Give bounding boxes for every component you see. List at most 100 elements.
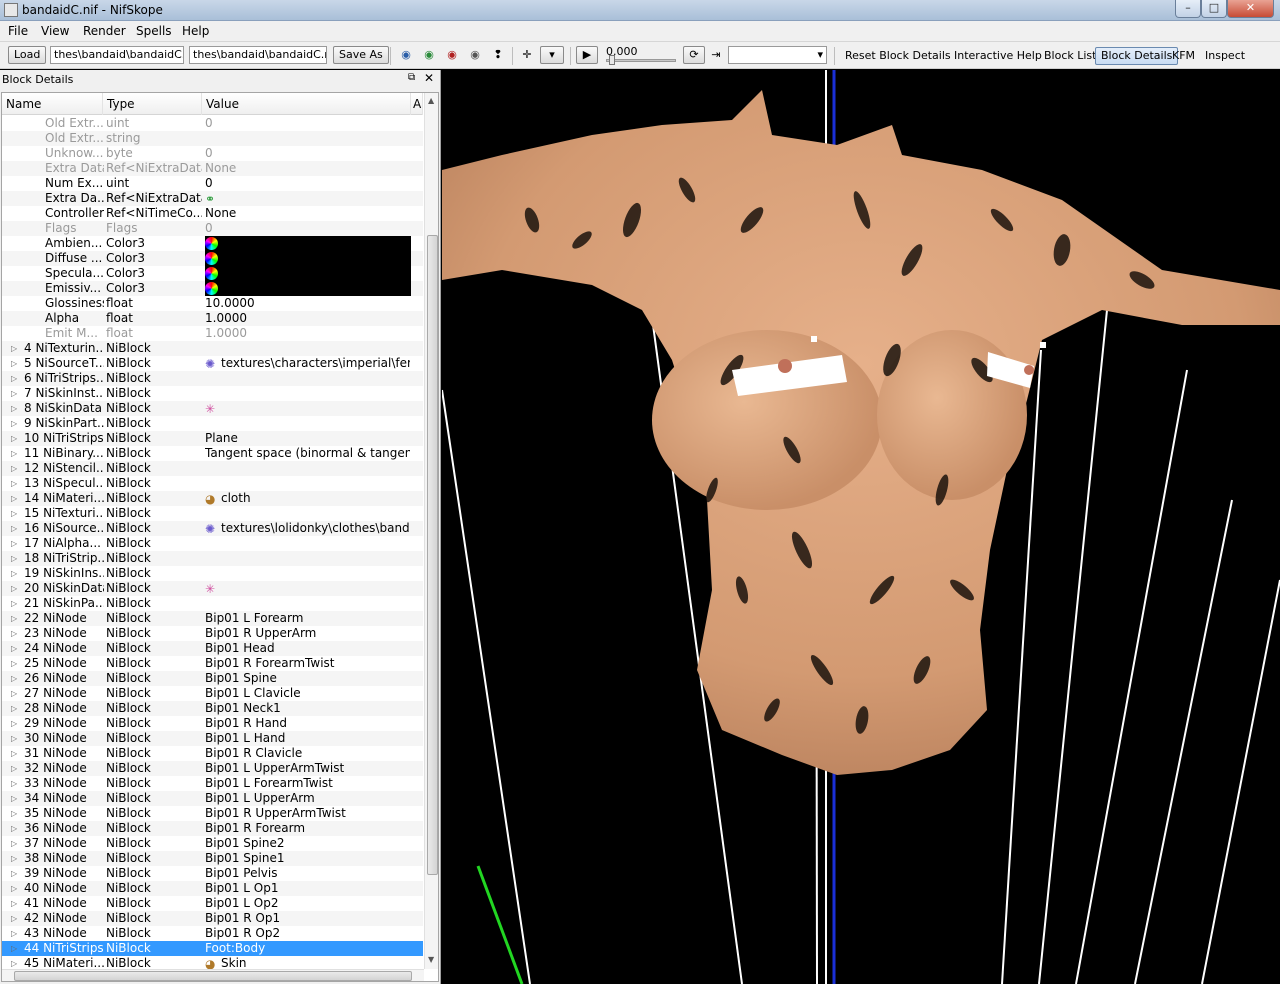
expand-icon[interactable]: ▷ (11, 431, 19, 446)
field-row[interactable]: Emit M... float 1.0000 (2, 326, 423, 341)
color-swatch[interactable] (205, 236, 411, 251)
block-row[interactable]: ▷ 13 NiSpecul... NiBlock (2, 476, 423, 491)
block-row[interactable]: ▷ 6 NiTriStrips... NiBlock (2, 371, 423, 386)
block-row[interactable]: ▷ 32 NiNode NiBlock Bip01 L UpperArmTwist (2, 761, 423, 776)
expand-icon[interactable]: ▷ (11, 641, 19, 656)
block-row[interactable]: ▷ 29 NiNode NiBlock Bip01 R Hand (2, 716, 423, 731)
block-row[interactable]: ▷ 40 NiNode NiBlock Bip01 L Op1 (2, 881, 423, 896)
expand-icon[interactable]: ▷ (11, 491, 19, 506)
block-row[interactable]: ▷ 27 NiNode NiBlock Bip01 L Clavicle (2, 686, 423, 701)
column-type[interactable]: Type (103, 93, 202, 115)
field-row[interactable]: Old Extr... uint 0 (2, 116, 423, 131)
block-row[interactable]: ▷ 14 NiMateri... NiBlock ◕ cloth (2, 491, 423, 506)
field-row[interactable]: Diffuse ... Color3 (2, 251, 423, 266)
block-row[interactable]: ▷ 26 NiNode NiBlock Bip01 Spine (2, 671, 423, 686)
reset-block-details-button[interactable]: Reset Block Details (845, 49, 951, 62)
block-row[interactable]: ▷ 37 NiNode NiBlock Bip01 Spine2 (2, 836, 423, 851)
menu-view[interactable]: View (41, 24, 69, 38)
time-slider-handle[interactable] (609, 55, 615, 65)
block-row[interactable]: ▷ 44 NiTriStrips NiBlock Foot:Body (2, 941, 423, 956)
field-row[interactable]: Old Extr... string (2, 131, 423, 146)
expand-icon[interactable]: ▷ (11, 941, 19, 956)
block-list-button[interactable]: Block List (1044, 49, 1096, 62)
field-row[interactable]: Controller Ref<NiTimeCo... None (2, 206, 423, 221)
field-row[interactable]: Flags Flags 0 (2, 221, 423, 236)
expand-icon[interactable]: ▷ (11, 821, 19, 836)
interactive-help-button[interactable]: Interactive Help (954, 49, 1042, 62)
axes-icon[interactable]: ✛ (519, 48, 535, 62)
expand-icon[interactable]: ▷ (11, 581, 19, 596)
block-row[interactable]: ▷ 17 NiAlpha... NiBlock (2, 536, 423, 551)
block-row[interactable]: ▷ 38 NiNode NiBlock Bip01 Spine1 (2, 851, 423, 866)
block-row[interactable]: ▷ 22 NiNode NiBlock Bip01 L Forearm (2, 611, 423, 626)
expand-icon[interactable]: ▷ (11, 791, 19, 806)
hscroll-thumb[interactable] (14, 971, 412, 981)
block-row[interactable]: ▷ 18 NiTriStrip... NiBlock (2, 551, 423, 566)
field-row[interactable]: Emissiv... Color3 (2, 281, 423, 296)
block-details-button[interactable]: Block Details (1095, 47, 1179, 65)
block-row[interactable]: ▷ 4 NiTexturin... NiBlock (2, 341, 423, 356)
block-row[interactable]: ▷ 19 NiSkinIns... NiBlock (2, 566, 423, 581)
block-row[interactable]: ▷ 20 NiSkinData NiBlock ✳ (2, 581, 423, 596)
block-row[interactable]: ▷ 31 NiNode NiBlock Bip01 R Clavicle (2, 746, 423, 761)
expand-icon[interactable]: ▷ (11, 806, 19, 821)
expand-icon[interactable]: ▷ (11, 371, 19, 386)
block-row[interactable]: ▷ 36 NiNode NiBlock Bip01 R Forearm (2, 821, 423, 836)
block-row[interactable]: ▷ 28 NiNode NiBlock Bip01 Neck1 (2, 701, 423, 716)
block-row[interactable]: ▷ 42 NiNode NiBlock Bip01 R Op1 (2, 911, 423, 926)
expand-icon[interactable]: ▷ (11, 386, 19, 401)
block-row[interactable]: ▷ 41 NiNode NiBlock Bip01 L Op2 (2, 896, 423, 911)
field-row[interactable]: Num Ex... uint 0 (2, 176, 423, 191)
block-details-tree[interactable]: Name Type Value A Old Extr... uint 0 Old Ex… (1, 92, 439, 982)
view-eye-red-icon[interactable]: ◉ (444, 48, 460, 62)
expand-icon[interactable]: ▷ (11, 536, 19, 551)
color-swatch[interactable] (205, 266, 411, 281)
expand-icon[interactable]: ▷ (11, 701, 19, 716)
block-row[interactable]: ▷ 5 NiSourceT... NiBlock ✺ textures\characte… (2, 356, 423, 371)
expand-icon[interactable]: ▷ (11, 881, 19, 896)
block-row[interactable]: ▷ 8 NiSkinData NiBlock ✳ (2, 401, 423, 416)
block-row[interactable]: ▷ 39 NiNode NiBlock Bip01 Pelvis (2, 866, 423, 881)
save-as-button[interactable]: Save As (333, 46, 389, 64)
scroll-thumb[interactable] (427, 235, 438, 875)
menu-file[interactable]: File (8, 24, 28, 38)
expand-icon[interactable]: ▷ (11, 926, 19, 941)
expand-icon[interactable]: ▷ (11, 596, 19, 611)
block-row[interactable]: ▷ 23 NiNode NiBlock Bip01 R UpperArm (2, 626, 423, 641)
expand-icon[interactable]: ▷ (11, 896, 19, 911)
expand-icon[interactable]: ▷ (11, 626, 19, 641)
field-row[interactable]: Extra DataRef<NiExtraData>None (2, 161, 423, 176)
color-swatch[interactable] (205, 281, 411, 296)
expand-icon[interactable]: ▷ (11, 446, 19, 461)
expand-icon[interactable]: ▷ (11, 716, 19, 731)
expand-icon[interactable]: ▷ (11, 956, 19, 969)
block-row[interactable]: ▷ 16 NiSource... NiBlock ✺ textures\lolidonk… (2, 521, 423, 536)
expand-icon[interactable]: ▷ (11, 521, 19, 536)
block-row[interactable]: ▷ 10 NiTriStrips NiBlock Plane (2, 431, 423, 446)
field-row[interactable]: Alpha float 1.0000 (2, 311, 423, 326)
scroll-down-icon[interactable]: ▼ (428, 955, 434, 964)
block-row[interactable]: ▷ 12 NiStencil... NiBlock (2, 461, 423, 476)
block-row[interactable]: ▷ 25 NiNode NiBlock Bip01 R ForearmTwist (2, 656, 423, 671)
color-swatch[interactable] (205, 251, 411, 266)
view-eye-icon[interactable]: ◉ (398, 48, 414, 62)
block-row[interactable]: ▷ 43 NiNode NiBlock Bip01 R Op2 (2, 926, 423, 941)
expand-icon[interactable]: ▷ (11, 776, 19, 791)
loop-button[interactable]: ⟳ (683, 46, 705, 64)
save-path-field[interactable]: thes\bandaid\bandaidC.nif (189, 46, 327, 64)
view-dropdown-button[interactable]: ▾ (540, 46, 564, 64)
close-button[interactable]: ✕ (1227, 0, 1274, 18)
expand-icon[interactable]: ▷ (11, 356, 19, 371)
block-row[interactable]: ▷ 34 NiNode NiBlock Bip01 L UpperArm (2, 791, 423, 806)
expand-icon[interactable]: ▷ (11, 731, 19, 746)
column-a[interactable]: A (411, 93, 423, 115)
expand-icon[interactable]: ▷ (11, 506, 19, 521)
animation-select[interactable]: ▾ (728, 46, 827, 64)
switch-icon[interactable]: ⇥ (708, 48, 724, 62)
play-button[interactable]: ▶ (576, 46, 598, 64)
field-row[interactable]: Unknow... byte 0 (2, 146, 423, 161)
expand-icon[interactable]: ▷ (11, 416, 19, 431)
expand-icon[interactable]: ▷ (11, 671, 19, 686)
expand-icon[interactable]: ▷ (11, 551, 19, 566)
expand-icon[interactable]: ▷ (11, 566, 19, 581)
